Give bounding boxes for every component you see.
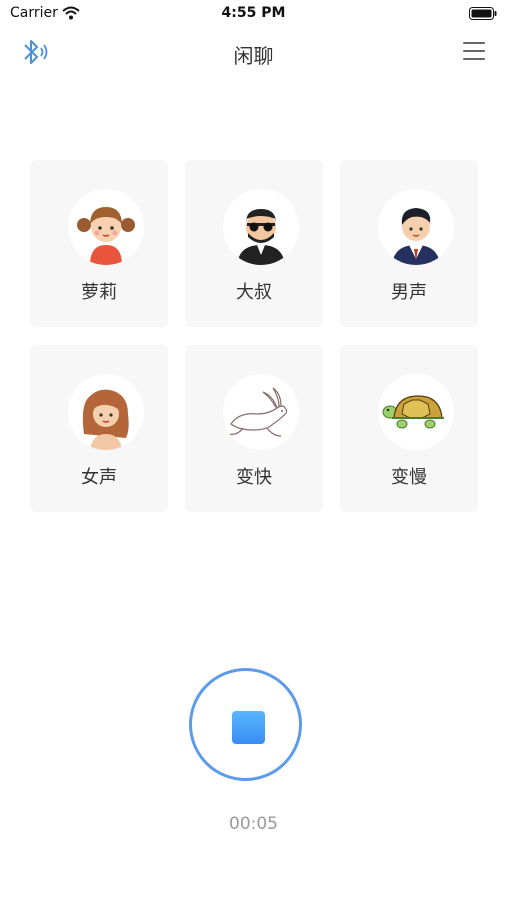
menu-icon[interactable]: [463, 42, 485, 62]
voice-card-male[interactable]: 男声: [340, 160, 478, 327]
woman-avatar-icon: [68, 374, 144, 450]
little-girl-avatar-icon: [68, 189, 144, 265]
voice-label: 大叔: [236, 282, 272, 303]
status-time: 4:55 PM: [221, 5, 286, 21]
voice-label: 男声: [391, 282, 427, 303]
page-title: 闲聊: [233, 44, 274, 68]
battery-icon: [469, 7, 497, 20]
voice-label: 萝莉: [81, 282, 117, 303]
record-stop-button[interactable]: [189, 668, 302, 781]
man-avatar-icon: [378, 189, 454, 265]
voice-card-faster[interactable]: 变快: [185, 345, 323, 512]
voice-label: 变慢: [391, 467, 427, 488]
voice-card-slower[interactable]: 变慢: [340, 345, 478, 512]
voice-card-uncle[interactable]: 大叔: [185, 160, 323, 327]
voice-card-loli[interactable]: 萝莉: [30, 160, 168, 327]
voice-label: 女声: [81, 467, 117, 488]
rabbit-icon: [223, 374, 299, 450]
navigation-bar: 闲聊: [0, 26, 507, 78]
uncle-avatar-icon: [223, 189, 299, 265]
stop-icon: [232, 711, 265, 744]
turtle-icon: [378, 374, 454, 450]
recording-timer: 00:05: [229, 814, 278, 834]
voice-label: 变快: [236, 467, 272, 488]
status-bar: Carrier 4:55 PM: [0, 0, 507, 26]
voice-card-female[interactable]: 女声: [30, 345, 168, 512]
